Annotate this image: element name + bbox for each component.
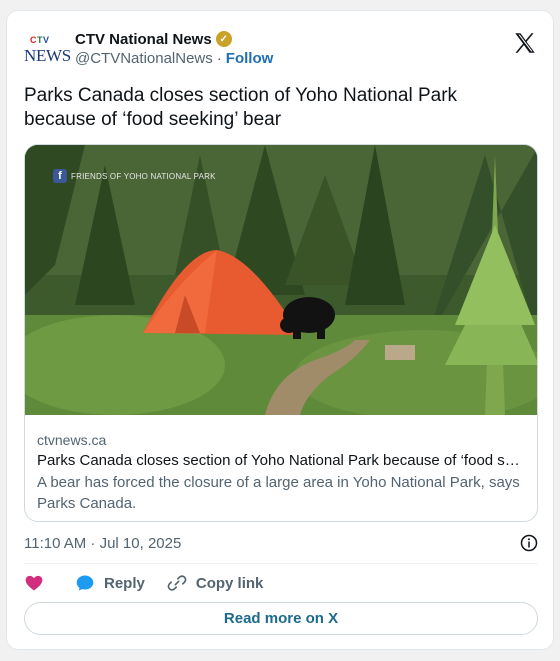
divider (24, 563, 538, 564)
logo-news-wordmark: NEWS (24, 46, 71, 65)
link-title[interactable]: Parks Canada closes section of Yoho Nati… (37, 450, 527, 472)
logo-ctv-wordmark: CTV (30, 35, 50, 45)
tweet-actions: Reply Copy link (24, 571, 263, 595)
author-name[interactable]: CTV National News (75, 31, 212, 48)
tweet-header: CTV NEWS CTV National News ✓ @CTVNationa… (24, 28, 538, 76)
author-handle[interactable]: @CTVNationalNews (75, 50, 213, 67)
verified-badge-icon: ✓ (215, 31, 232, 47)
tweet-embed-card: CTV NEWS CTV National News ✓ @CTVNationa… (6, 10, 554, 650)
copy-link-button[interactable]: Copy link (167, 573, 264, 593)
link-card-text: ctvnews.ca Parks Canada closes section o… (37, 430, 527, 514)
handle-separator: · (216, 50, 222, 67)
read-more-button[interactable]: Read more on X (24, 602, 538, 635)
info-icon[interactable] (520, 534, 538, 552)
tweet-timestamp[interactable]: 11:10 AM · Jul 10, 2025 (24, 535, 181, 552)
copy-link-label: Copy link (195, 574, 264, 592)
follow-button[interactable]: Follow (226, 50, 274, 67)
reply-label: Reply (104, 574, 145, 592)
x-logo-icon[interactable] (512, 30, 538, 56)
link-domain: ctvnews.ca (37, 432, 107, 448)
reply-bubble-icon (76, 575, 94, 591)
ctv-news-logo[interactable]: CTV NEWS (24, 31, 71, 71)
link-preview-card[interactable]: f FRIENDS OF YOHO NATIONAL PARK ctvnews.… (24, 144, 538, 522)
reply-button[interactable]: Reply (75, 573, 145, 593)
photo-watermark: f FRIENDS OF YOHO NATIONAL PARK (53, 169, 216, 183)
tweet-text: Parks Canada closes section of Yoho Nati… (24, 85, 458, 130)
link-description: A bear has forced the closure of a large… (37, 474, 520, 512)
author-name-row: CTV National News ✓ (75, 28, 232, 50)
bear-campsite-photo (25, 145, 537, 415)
like-button[interactable] (24, 573, 44, 593)
photo-watermark-text: FRIENDS OF YOHO NATIONAL PARK (71, 171, 216, 181)
heart-icon (25, 575, 43, 591)
tweet-meta: 11:10 AM · Jul 10, 2025 (24, 532, 538, 554)
facebook-icon: f (53, 169, 67, 183)
author-handle-row: @CTVNationalNews · Follow (75, 50, 273, 67)
link-icon (167, 575, 187, 591)
